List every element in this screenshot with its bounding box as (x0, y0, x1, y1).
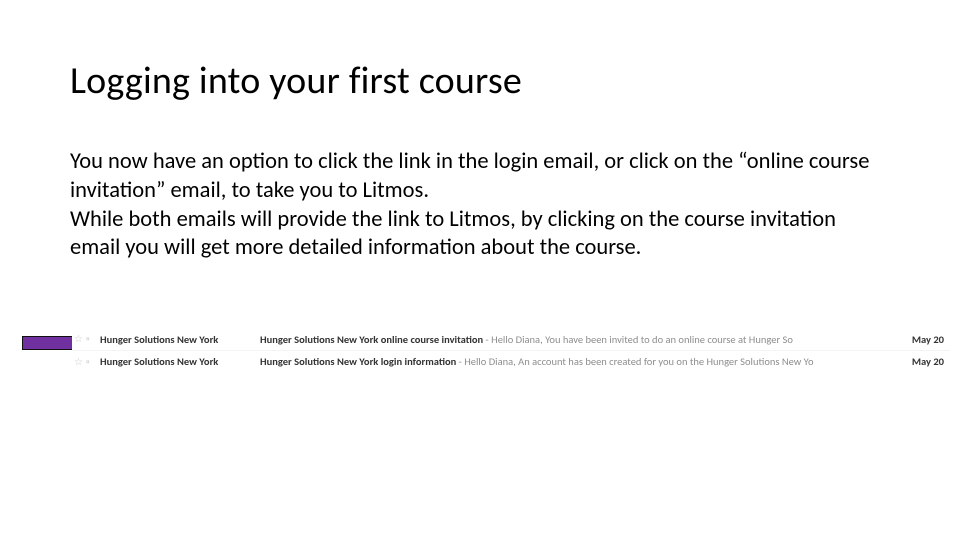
email-subject-preview: Hunger Solutions New York online course … (260, 333, 896, 346)
paragraph-1: You now have an option to click the link… (70, 148, 890, 206)
star-icon[interactable]: ☆ (74, 357, 83, 367)
email-sender: Hunger Solutions New York (100, 333, 260, 346)
email-sender: Hunger Solutions New York (100, 355, 260, 368)
body-text: You now have an option to click the link… (70, 148, 890, 263)
email-inbox-screenshot: ☆ ▫ Hunger Solutions New York Hunger Sol… (72, 328, 950, 372)
email-subject-preview: Hunger Solutions New York login informat… (260, 355, 896, 368)
email-preview: - Hello Diana, An account has been creat… (456, 355, 813, 368)
slide: Logging into your first course You now h… (0, 0, 960, 540)
page-title: Logging into your first course (70, 58, 522, 104)
paragraph-2: While both emails will provide the link … (70, 206, 890, 264)
star-icon[interactable]: ☆ (74, 334, 83, 344)
email-subject: Hunger Solutions New York online course … (260, 333, 483, 346)
email-row[interactable]: ☆ ▫ Hunger Solutions New York Hunger Sol… (72, 328, 950, 350)
label-icon[interactable]: ▫ (86, 334, 90, 344)
email-date: May 20 (896, 333, 950, 346)
email-subject: Hunger Solutions New York login informat… (260, 355, 456, 368)
row-lead-icons: ☆ ▫ (72, 334, 100, 344)
email-date: May 20 (896, 355, 950, 368)
label-icon[interactable]: ▫ (86, 357, 90, 367)
email-row[interactable]: ☆ ▫ Hunger Solutions New York Hunger Sol… (72, 350, 950, 372)
email-preview: - Hello Diana, You have been invited to … (483, 333, 793, 346)
row-lead-icons: ☆ ▫ (72, 357, 100, 367)
